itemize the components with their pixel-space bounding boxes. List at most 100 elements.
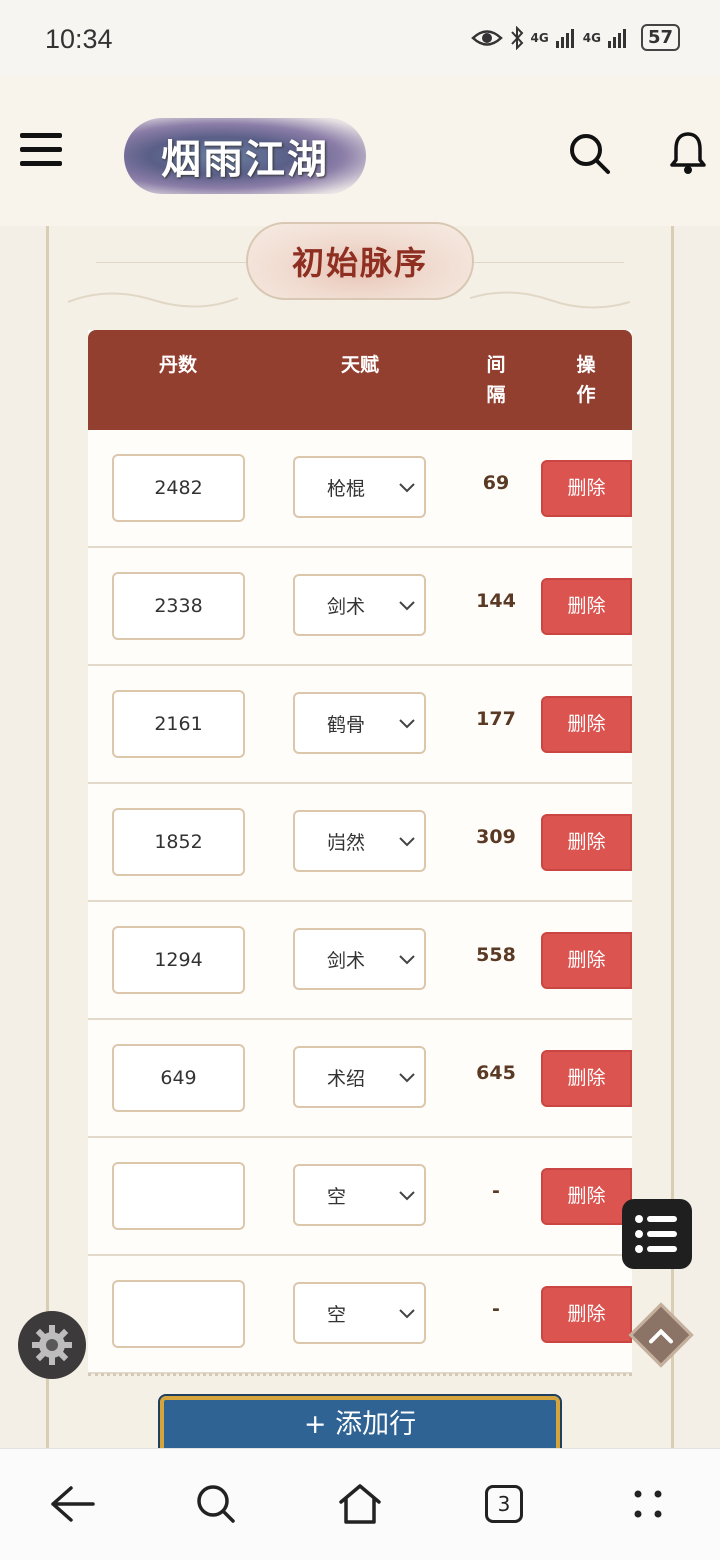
pulse-table: 丹数 天赋 间 隔 操 作 2482 枪棍 69 删除 2338 剑术 144 … [88, 330, 632, 1374]
status-bar: 10:34 4G 4G 57 [0, 0, 720, 76]
back-button[interactable] [47, 1479, 97, 1529]
status-time: 10:34 [45, 24, 113, 54]
talent-value: 剑术 [327, 950, 366, 972]
site-header: 烟雨江湖 [0, 76, 720, 226]
talent-select[interactable]: 岿然 [293, 810, 426, 872]
table-row: 1852 岿然 309 删除 [88, 784, 632, 902]
talent-select[interactable]: 枪棍 [293, 456, 426, 518]
chevron-down-icon [399, 1191, 415, 1201]
dan-input[interactable]: 649 [112, 1044, 245, 1112]
interval-value: 309 [476, 826, 516, 848]
site-logo[interactable]: 烟雨江湖 [124, 118, 366, 194]
delete-button[interactable]: 删除 [541, 932, 632, 989]
interval-value: - [492, 1298, 500, 1320]
section-title: 初始脉序 [246, 222, 474, 300]
dan-input[interactable]: 1852 [112, 808, 245, 876]
list-icon [635, 1215, 677, 1253]
delete-button[interactable]: 删除 [541, 1286, 632, 1343]
chevron-down-icon [399, 483, 415, 493]
header-dan: 丹数 [158, 354, 197, 376]
table-row: 649 术绍 645 删除 [88, 1020, 632, 1138]
delete-button[interactable]: 删除 [541, 460, 632, 517]
delete-button[interactable]: 删除 [541, 1050, 632, 1107]
dan-input[interactable] [112, 1280, 245, 1348]
table-header: 丹数 天赋 间 隔 操 作 [88, 330, 632, 430]
table-row: 2338 剑术 144 删除 [88, 548, 632, 666]
title-divider-right [474, 262, 624, 263]
chevron-up-icon [649, 1328, 673, 1344]
header-action: 操 作 [576, 354, 596, 406]
delete-button[interactable]: 删除 [541, 696, 632, 753]
search-icon [197, 1485, 235, 1523]
chevron-down-icon [399, 955, 415, 965]
table-row: 1294 剑术 558 删除 [88, 902, 632, 1020]
tabs-button[interactable]: 3 [479, 1479, 529, 1529]
delete-button[interactable]: 删除 [541, 1168, 632, 1225]
network-label-2: 4G [582, 30, 601, 45]
chevron-down-icon [399, 1309, 415, 1319]
table-bottom-divider [88, 1373, 632, 1376]
home-button[interactable] [335, 1479, 385, 1529]
network-label-1: 4G [530, 30, 549, 45]
talent-value: 枪棍 [327, 478, 366, 500]
talent-value: 空 [327, 1186, 347, 1208]
talent-select[interactable]: 空 [293, 1282, 426, 1344]
chevron-down-icon [399, 1073, 415, 1083]
table-row: 空 - 删除 [88, 1256, 632, 1374]
table-row: 2482 枪棍 69 删除 [88, 430, 632, 548]
talent-select[interactable]: 剑术 [293, 574, 426, 636]
talent-select[interactable]: 鹤骨 [293, 692, 426, 754]
bell-icon[interactable] [668, 130, 708, 176]
search-icon[interactable] [568, 132, 612, 176]
header-interval: 间 隔 [486, 354, 506, 406]
talent-select[interactable]: 剑术 [293, 928, 426, 990]
add-row-button[interactable]: + 添加行 [158, 1394, 562, 1458]
battery-indicator: 57 [640, 24, 680, 51]
talent-select[interactable]: 术绍 [293, 1046, 426, 1108]
interval-value: - [492, 1180, 500, 1202]
talent-select[interactable]: 空 [293, 1164, 426, 1226]
settings-float-button[interactable] [18, 1311, 86, 1379]
dan-input[interactable]: 1294 [112, 926, 245, 994]
talent-value: 术绍 [327, 1068, 366, 1090]
interval-value: 69 [482, 472, 510, 494]
browser-nav-bar: 3 [0, 1448, 720, 1560]
chevron-down-icon [399, 719, 415, 729]
dan-input[interactable] [112, 1162, 245, 1230]
interval-value: 645 [476, 1062, 516, 1084]
eye-icon [470, 29, 503, 46]
more-button[interactable] [623, 1479, 673, 1529]
table-row: 2161 鹤骨 177 删除 [88, 666, 632, 784]
talent-value: 鹤骨 [327, 714, 366, 736]
talent-value: 空 [327, 1304, 347, 1326]
tabs-count: 3 [485, 1485, 523, 1523]
search-nav-button[interactable] [191, 1479, 241, 1529]
interval-value: 144 [476, 590, 516, 612]
list-float-button[interactable] [622, 1199, 692, 1269]
decorative-wave-left [68, 292, 238, 308]
header-talent: 天赋 [340, 354, 379, 376]
title-divider-left [96, 262, 246, 263]
chevron-down-icon [399, 601, 415, 611]
signal-icon-2 [607, 28, 626, 48]
hamburger-icon[interactable] [20, 133, 62, 167]
logo-text: 烟雨江湖 [161, 136, 329, 183]
gear-icon [32, 1325, 72, 1365]
delete-button[interactable]: 删除 [541, 814, 632, 871]
home-icon [339, 1484, 381, 1524]
signal-icon [555, 28, 574, 48]
more-dots-icon [634, 1490, 662, 1518]
table-row: 空 - 删除 [88, 1138, 632, 1256]
status-icons: 4G 4G 57 [470, 24, 680, 51]
decorative-wave-right [470, 291, 630, 309]
interval-value: 177 [476, 708, 516, 730]
dan-input[interactable]: 2338 [112, 572, 245, 640]
bluetooth-icon [510, 25, 523, 50]
back-arrow-icon [51, 1486, 95, 1522]
talent-value: 剑术 [327, 596, 366, 618]
delete-button[interactable]: 删除 [541, 578, 632, 635]
talent-value: 岿然 [327, 832, 366, 854]
dan-input[interactable]: 2161 [112, 690, 245, 758]
interval-value: 558 [476, 944, 516, 966]
dan-input[interactable]: 2482 [112, 454, 245, 522]
